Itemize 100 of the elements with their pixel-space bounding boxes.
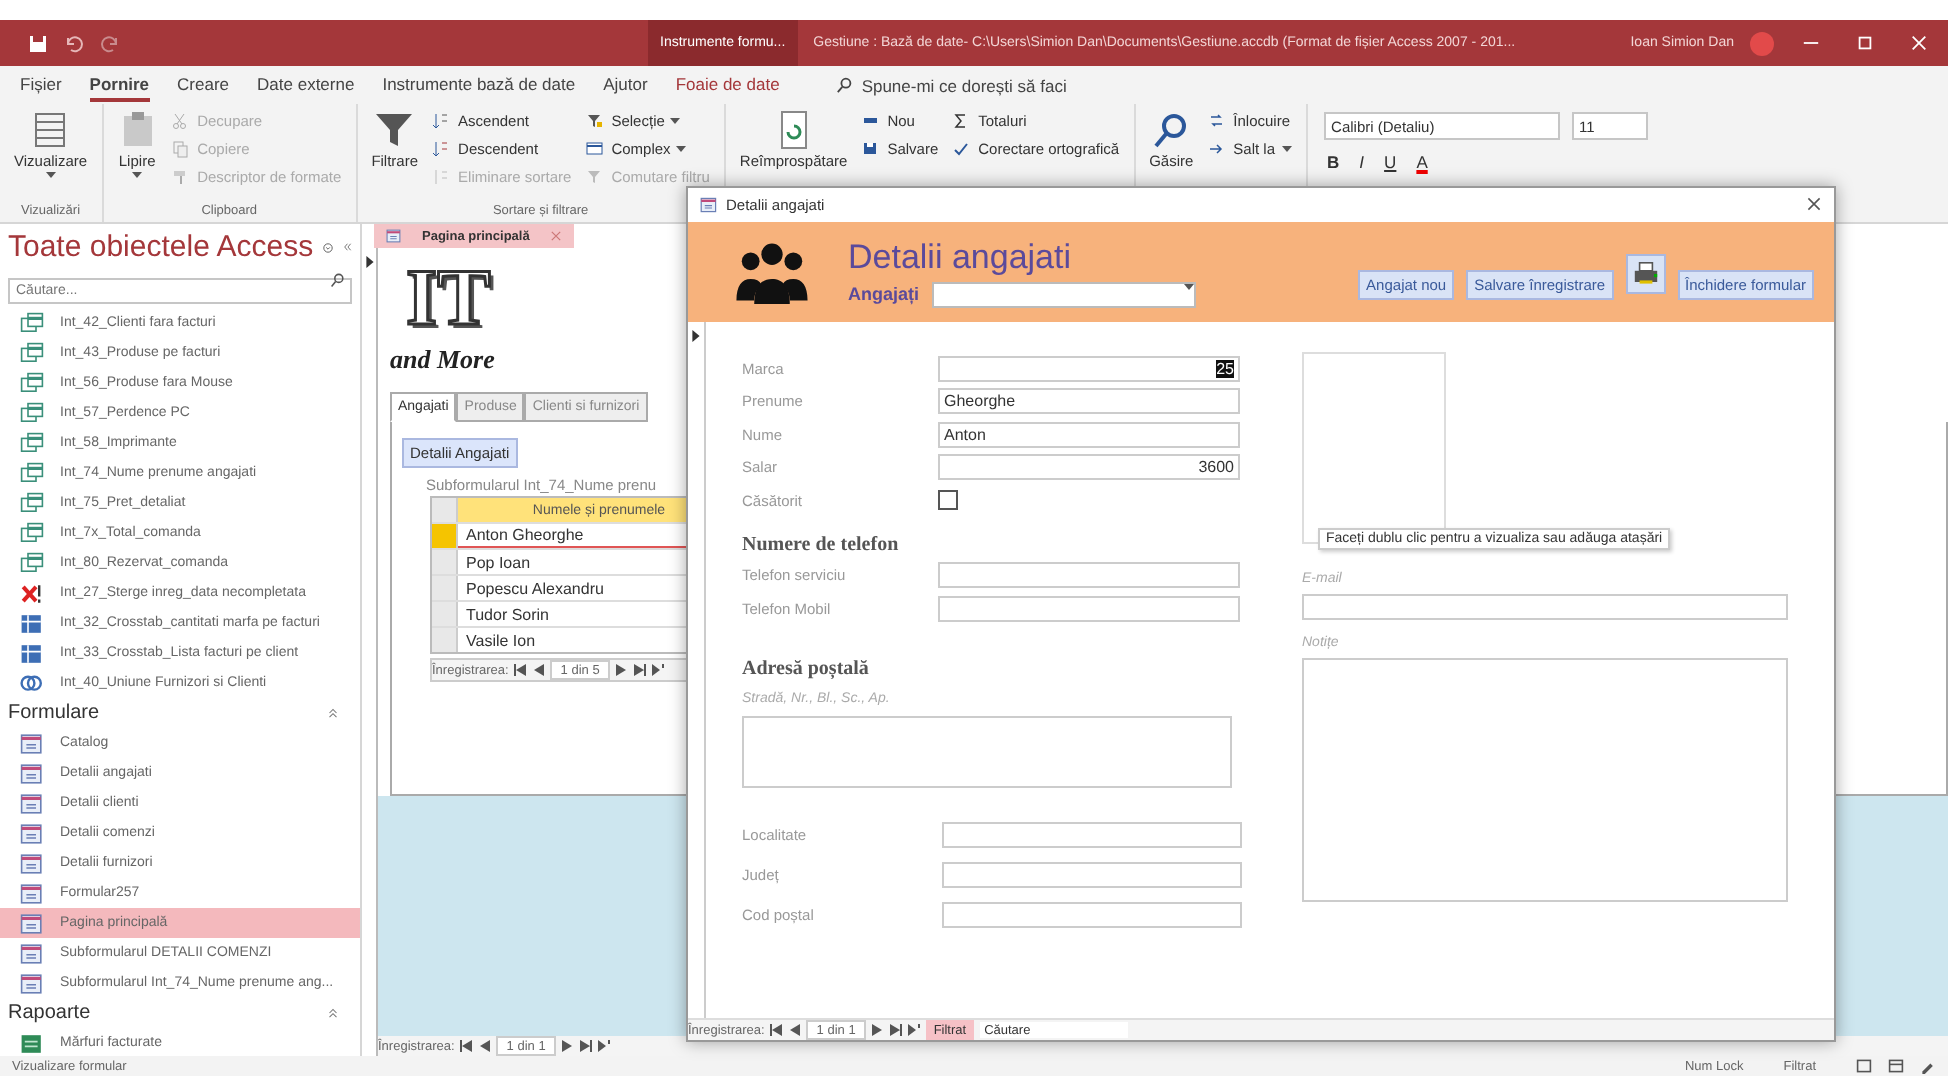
save-icon	[861, 139, 882, 159]
table-cell-text: Tudor Sorin	[464, 603, 551, 626]
people-icon	[736, 240, 808, 304]
ribbon-tab[interactable]: Creare	[177, 69, 230, 101]
table-cell-text: Pop Ioan	[464, 551, 533, 574]
form-icon	[20, 731, 44, 755]
query-icon	[20, 431, 44, 455]
form-icon	[20, 971, 44, 995]
crosstab-icon	[20, 641, 44, 665]
nav-section-header[interactable]: Rapoarte	[8, 1002, 91, 1024]
record-pointer-icon	[692, 330, 700, 342]
employee-combo[interactable]	[931, 281, 1196, 307]
close-icon	[1910, 34, 1928, 52]
new-record-icon[interactable]	[651, 664, 664, 676]
last-record-icon[interactable]	[579, 1040, 592, 1052]
caret-icon	[670, 118, 681, 124]
ribbon-tab[interactable]: Ajutor	[603, 69, 648, 101]
input-field[interactable]	[941, 822, 1242, 848]
first-record-icon[interactable]	[460, 1040, 473, 1052]
row-selector[interactable]	[432, 602, 458, 626]
ribbon-tab[interactable]: Date externe	[257, 69, 355, 101]
form-icon	[20, 761, 44, 785]
underline-button[interactable]: U	[1380, 152, 1401, 172]
form-icon	[20, 791, 44, 815]
street-field[interactable]	[742, 715, 1232, 787]
delete-query-icon	[20, 581, 44, 605]
logo-tagline: and More	[390, 344, 495, 376]
row-selector[interactable]	[432, 628, 458, 652]
row-selector[interactable]	[432, 524, 458, 548]
first-record-icon[interactable]	[770, 1024, 783, 1036]
tell-me-field[interactable]: Spune-mi ce dorești să faci	[861, 75, 1142, 95]
clear-sort-icon	[432, 167, 453, 187]
collapse-section-icon	[326, 1006, 340, 1020]
caret-icon	[132, 172, 143, 178]
ribbon-tab[interactable]: Fișier	[20, 69, 62, 101]
first-record-icon[interactable]	[514, 664, 527, 676]
last-record-icon[interactable]	[633, 664, 646, 676]
nav-section-header[interactable]: Formulare	[8, 702, 100, 724]
close-icon	[549, 230, 562, 242]
search-icon	[330, 272, 346, 288]
window-icon	[585, 139, 606, 159]
crosstab-icon	[20, 611, 44, 635]
form-icon	[20, 821, 44, 845]
search-icon	[1151, 110, 1192, 150]
form-icon	[20, 941, 44, 965]
table-cell-text: Vasile Ion	[464, 629, 538, 652]
input-field[interactable]: 25	[938, 355, 1240, 382]
printer-icon	[1629, 258, 1662, 290]
query-icon	[20, 341, 44, 365]
query-icon	[20, 551, 44, 575]
collapse-icon	[341, 238, 352, 256]
sort-ascending-icon	[432, 111, 453, 131]
font-color-button[interactable]: A	[1412, 152, 1432, 172]
funnel-icon	[585, 167, 606, 187]
copy-icon	[171, 139, 192, 159]
bold-button[interactable]: B	[1323, 152, 1344, 172]
query-icon	[20, 371, 44, 395]
arrow-icon	[1207, 139, 1228, 159]
query-icon	[20, 521, 44, 545]
new-record-icon[interactable]	[597, 1040, 610, 1052]
undo-icon	[64, 33, 84, 53]
union-icon	[20, 671, 44, 695]
next-record-icon[interactable]	[561, 1040, 574, 1052]
input-field[interactable]: 3600	[938, 454, 1240, 481]
input-field[interactable]	[938, 562, 1240, 589]
next-record-icon[interactable]	[615, 664, 628, 676]
checkbox[interactable]	[938, 490, 958, 511]
row-selector[interactable]	[432, 576, 458, 600]
new-record-icon[interactable]	[907, 1024, 920, 1036]
report-icon	[20, 1031, 44, 1055]
email-field[interactable]	[1302, 594, 1788, 620]
previous-record-icon[interactable]	[478, 1040, 491, 1052]
previous-record-icon[interactable]	[532, 664, 545, 676]
query-icon	[20, 311, 44, 335]
avatar[interactable]	[1750, 31, 1774, 55]
table-cell-text: Popescu Alexandru	[464, 577, 606, 600]
restore-icon	[1856, 34, 1874, 52]
list-icon	[30, 110, 71, 150]
ribbon-tab[interactable]: Foaie de date	[675, 69, 780, 101]
search-icon	[835, 76, 854, 94]
ribbon-tab[interactable]: Instrumente bază de date	[382, 69, 576, 101]
input-field[interactable]	[938, 595, 1240, 622]
funnel-icon	[374, 110, 415, 150]
query-icon	[20, 401, 44, 425]
input-field[interactable]: Gheorghe	[938, 388, 1240, 415]
last-record-icon[interactable]	[889, 1024, 902, 1036]
record-pointer-icon	[365, 256, 373, 268]
notes-field[interactable]	[1302, 658, 1788, 902]
query-icon	[20, 461, 44, 485]
layout-view-icon	[1888, 1058, 1904, 1074]
combo-label: Angajați	[848, 284, 920, 304]
row-selector[interactable]	[432, 550, 458, 574]
select-all-box[interactable]	[432, 498, 458, 522]
form-icon	[700, 196, 718, 214]
form-icon	[20, 851, 44, 875]
input-field[interactable]: Anton	[938, 421, 1240, 448]
input-field[interactable]	[941, 862, 1242, 888]
italic-button[interactable]: I	[1355, 152, 1369, 172]
redo-icon	[100, 33, 120, 53]
input-field[interactable]	[941, 902, 1242, 928]
